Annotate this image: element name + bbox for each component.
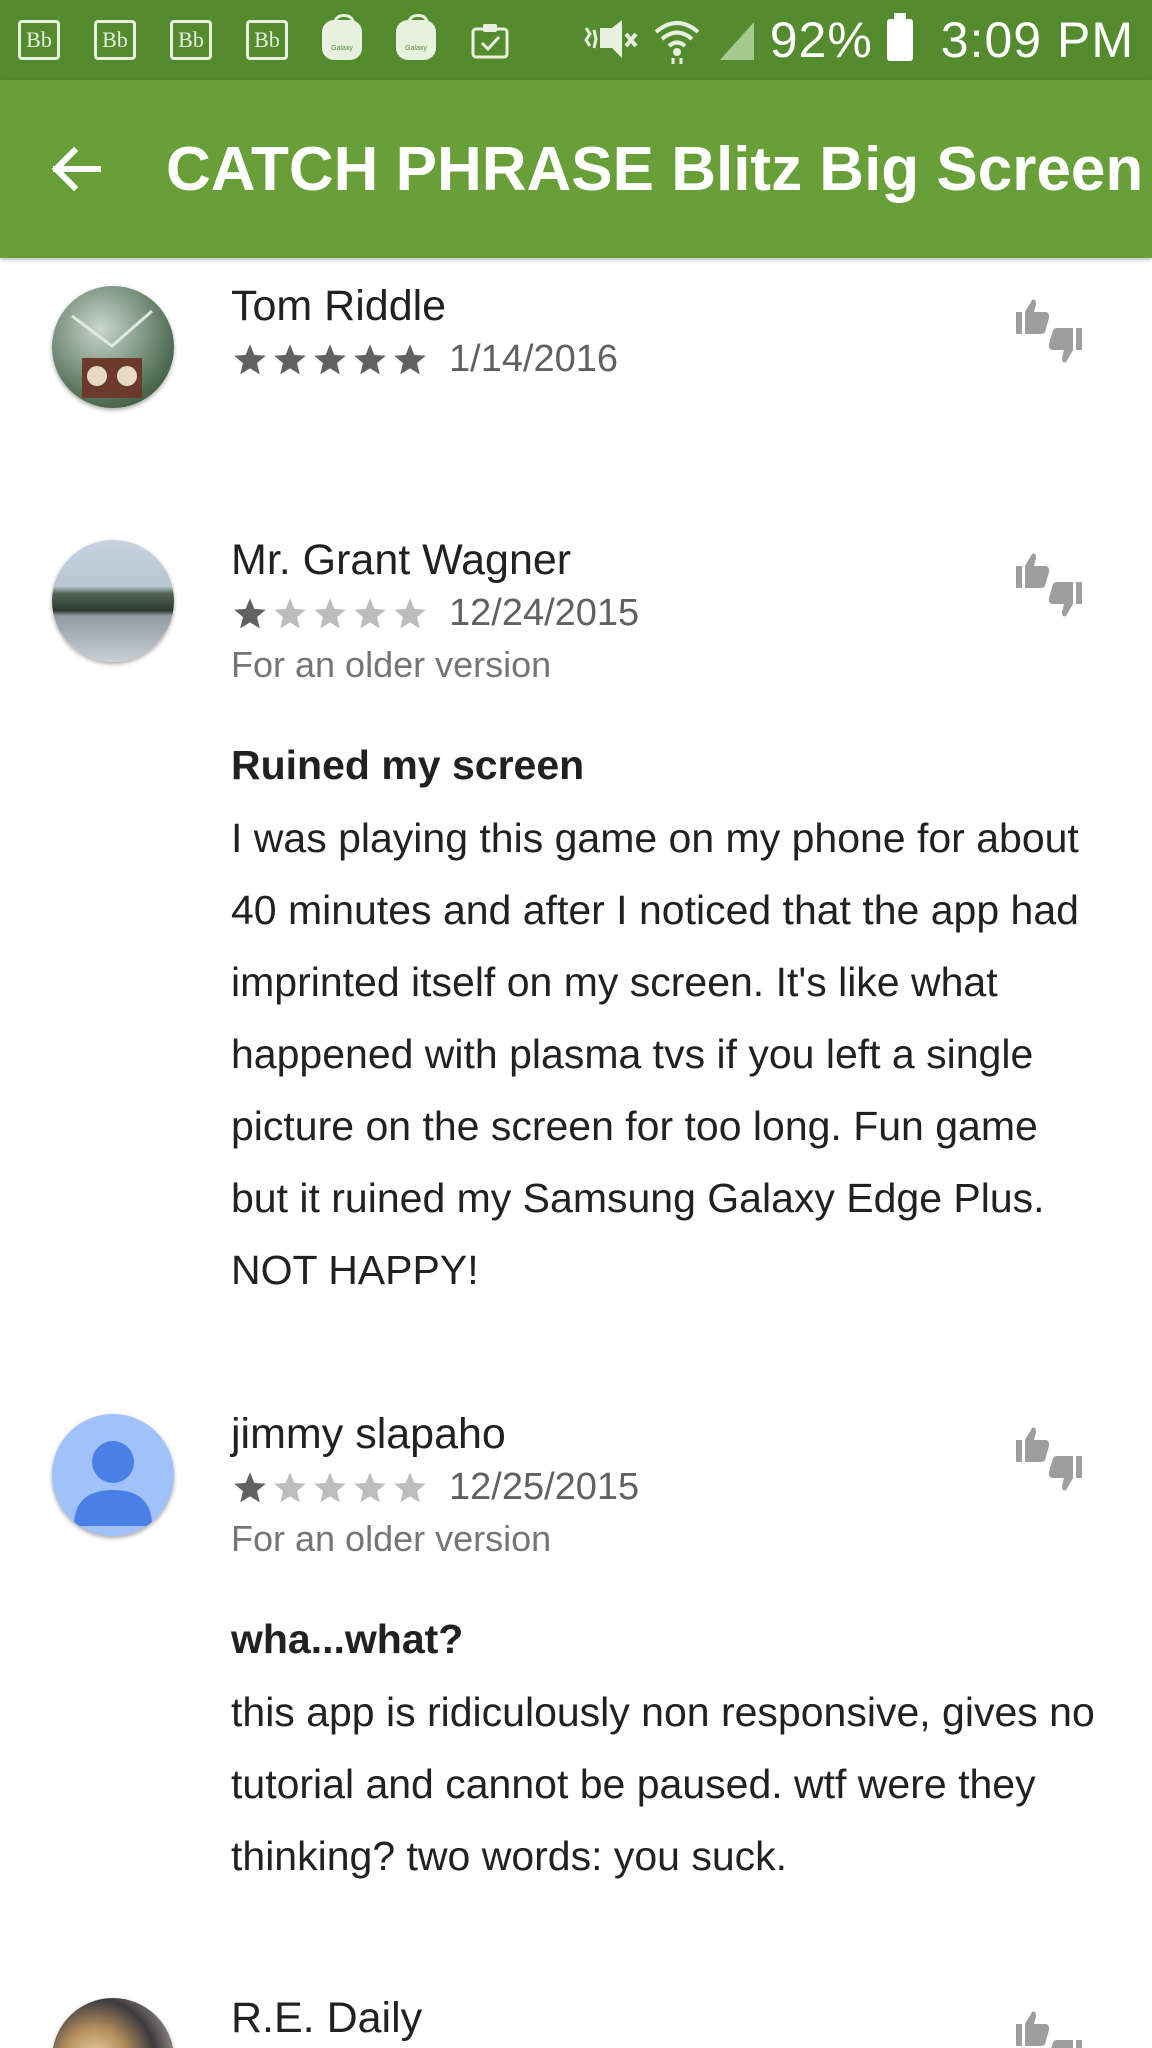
review-body: this app is ridiculously non responsive,… — [231, 1689, 1095, 1879]
star-filled-icon — [314, 343, 346, 374]
galaxy-apps-icon: Galaxy — [396, 14, 436, 60]
review-author: Tom Riddle — [231, 282, 447, 330]
battery-percent: 92% — [769, 12, 873, 68]
galaxy-apps-icon: Galaxy — [322, 14, 362, 60]
star-filled-icon — [274, 343, 306, 374]
review-title: wha...what? — [231, 1616, 464, 1662]
star-empty-icon — [394, 1471, 426, 1502]
wifi-icon — [654, 21, 700, 64]
helpful-rating-button[interactable] — [1012, 2006, 1086, 2048]
star-empty-icon — [314, 1471, 346, 1502]
helpful-rating-button[interactable] — [1012, 294, 1086, 368]
star-empty-icon — [394, 597, 426, 628]
notification-icons: Bb Bb Bb Bb Galaxy Galaxy — [18, 14, 510, 60]
back-button[interactable] — [46, 139, 106, 199]
battery-icon — [886, 13, 913, 61]
bb-icon: Bb — [246, 20, 288, 60]
star-empty-icon — [274, 597, 306, 628]
avatar — [52, 1414, 174, 1536]
default-user-icon — [74, 1441, 152, 1526]
vibrate-mute-icon — [583, 20, 638, 58]
review-title: Ruined my screen — [231, 742, 585, 788]
review-item: Tom Riddle 1/14/2016 — [0, 258, 1152, 508]
review-author: Mr. Grant Wagner — [231, 536, 572, 584]
rating-row: 12/24/2015 — [231, 592, 639, 635]
review-date: 12/24/2015 — [449, 592, 640, 634]
star-rating — [231, 1470, 429, 1506]
star-filled-icon — [354, 343, 386, 374]
avatar — [52, 1998, 174, 2048]
star-empty-icon — [314, 597, 346, 628]
thumbs-up-down-icon[interactable] — [1012, 1422, 1086, 1496]
status-indicators: 92% 3:09 PM — [582, 0, 1134, 80]
page-title: CATCH PHRASE Blitz Big Screen — [166, 134, 1144, 204]
thumbs-up-down-icon[interactable] — [1012, 2006, 1086, 2048]
star-filled-icon — [234, 343, 266, 374]
thumbs-up-down-icon[interactable] — [1012, 294, 1086, 368]
thumbs-up-down-icon[interactable] — [1012, 548, 1086, 622]
rating-row: 1/14/2016 — [231, 338, 618, 381]
star-empty-icon — [354, 597, 386, 628]
review-author: R.E. Daily — [231, 1994, 423, 2042]
review-date: 12/25/2015 — [449, 1466, 640, 1508]
cell-signal-icon — [719, 22, 754, 60]
star-rating — [231, 342, 429, 378]
status-bar: Bb Bb Bb Bb Galaxy Galaxy 92% 3:09 PM — [0, 0, 1152, 80]
star-rating — [231, 596, 429, 632]
star-filled-icon — [234, 1471, 266, 1502]
review-item: R.E. Daily — [0, 1960, 1152, 2048]
star-empty-icon — [354, 1471, 386, 1502]
bb-icon: Bb — [18, 20, 60, 60]
clipboard-check-icon — [471, 24, 509, 59]
avatar — [52, 286, 174, 408]
app-bar: CATCH PHRASE Blitz Big Screen — [0, 80, 1152, 258]
version-note: For an older version — [231, 1518, 552, 1559]
avatar — [52, 540, 174, 662]
review-author: jimmy slapaho — [231, 1410, 506, 1458]
review-date: 1/14/2016 — [449, 338, 619, 380]
bb-icon: Bb — [94, 20, 136, 60]
review-item: jimmy slapaho 12/25/2015 For an older ve… — [0, 1380, 1152, 1960]
helpful-rating-button[interactable] — [1012, 548, 1086, 622]
star-filled-icon — [394, 343, 426, 374]
version-note: For an older version — [231, 644, 552, 685]
bb-icon: Bb — [170, 20, 212, 60]
rating-row: 12/25/2015 — [231, 1466, 639, 1509]
review-item: Mr. Grant Wagner 12/24/2015 For an older… — [0, 508, 1152, 1378]
helpful-rating-button[interactable] — [1012, 1422, 1086, 1496]
clock: 3:09 PM — [940, 12, 1134, 68]
arrow-back-icon[interactable] — [48, 141, 104, 197]
star-empty-icon — [274, 1471, 306, 1502]
review-body: I was playing this game on my phone for … — [231, 815, 1079, 1293]
star-filled-icon — [234, 597, 266, 628]
